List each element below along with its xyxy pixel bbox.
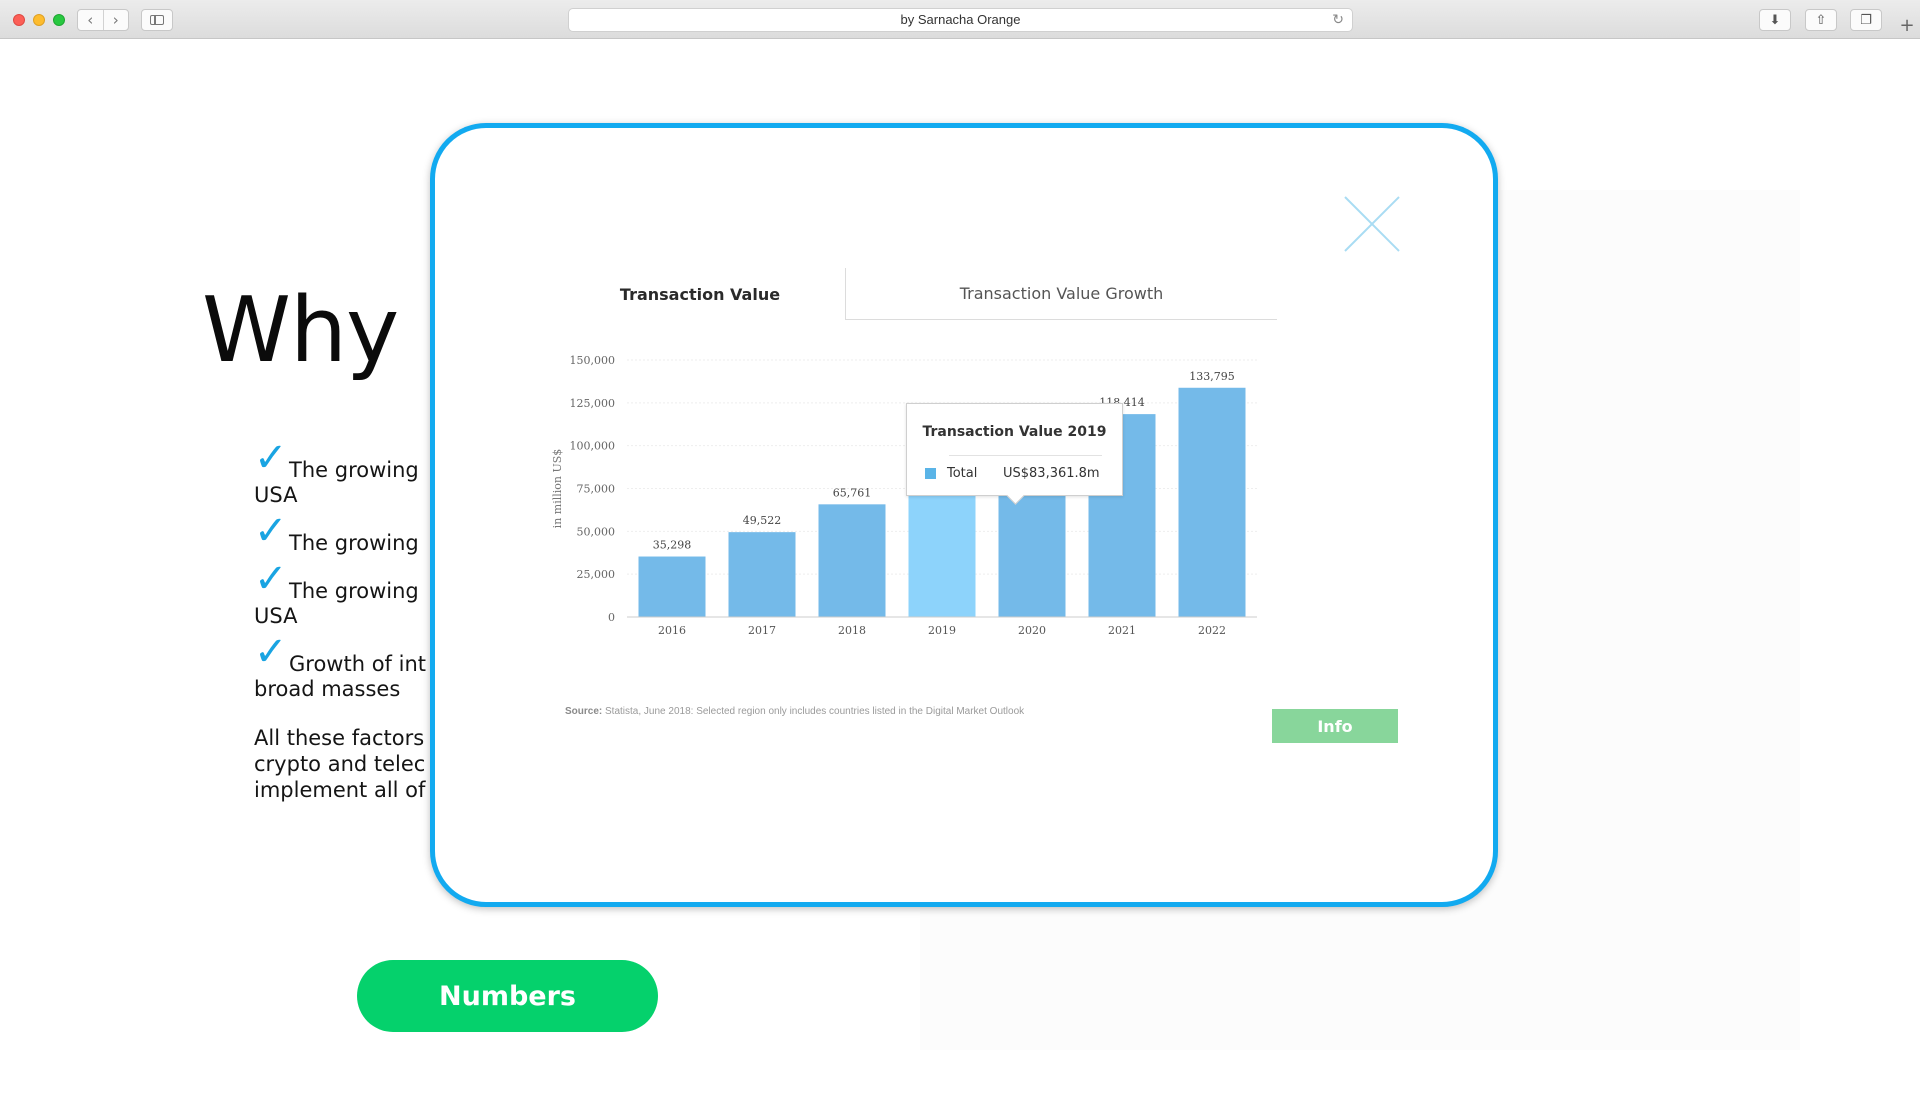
tooltip-series-name: Total — [947, 466, 978, 481]
y-tick-label: 0 — [608, 611, 615, 624]
minimize-window-button[interactable] — [33, 14, 45, 26]
y-tick-label: 25,000 — [577, 568, 616, 581]
sidebar-icon — [150, 15, 164, 25]
browser-toolbar: ‹ › by Sarnacha Orange ↻ ⬇ ⇧ ❐ + — [0, 0, 1920, 39]
share-button[interactable]: ⇧ — [1805, 9, 1837, 31]
tabs-icon: ❐ — [1860, 12, 1872, 28]
data-label: 65,761 — [833, 486, 872, 499]
tab-transaction-value-growth[interactable]: Transaction Value Growth — [845, 268, 1277, 320]
tooltip-value: US$83,361.8m — [1003, 466, 1100, 481]
tab-transaction-value[interactable]: Transaction Value — [555, 268, 845, 320]
x-tick-label: 2021 — [1108, 624, 1136, 637]
data-label: 133,795 — [1189, 370, 1235, 383]
chart-tooltip: Transaction Value 2019 Total US$83,361.8… — [906, 403, 1123, 496]
tab-overview-button[interactable]: ❐ — [1850, 9, 1882, 31]
history-nav: ‹ › — [77, 9, 129, 31]
chart-tabs: Transaction Value Transaction Value Grow… — [555, 268, 1387, 320]
paragraph-line: crypto and telec — [254, 752, 426, 776]
list-item: ✓ The growing — [254, 511, 444, 556]
forward-icon[interactable]: › — [102, 10, 129, 30]
download-icon: ⬇ — [1769, 12, 1781, 28]
x-tick-label: 2018 — [838, 624, 866, 637]
share-icon: ⇧ — [1815, 12, 1827, 28]
tooltip-divider — [949, 455, 1102, 456]
x-tick-label: 2017 — [748, 624, 776, 637]
close-window-button[interactable] — [13, 14, 25, 26]
series-swatch-icon — [925, 468, 936, 479]
y-tick-label: 100,000 — [570, 440, 616, 453]
chart-bar — [818, 504, 886, 617]
x-tick-label: 2019 — [928, 624, 956, 637]
info-button[interactable]: Info — [1272, 709, 1398, 743]
downloads-button[interactable]: ⬇ — [1759, 9, 1791, 31]
new-tab-button[interactable]: + — [1894, 15, 1920, 39]
page-title: Why — [202, 278, 399, 383]
x-tick-label: 2022 — [1198, 624, 1226, 637]
list-item: ✓ Growth of int broad masses — [254, 632, 444, 702]
chart-source: Source: Statista, June 2018: Selected re… — [565, 706, 1024, 717]
y-tick-label: 75,000 — [577, 483, 616, 496]
reload-icon[interactable]: ↻ — [1332, 9, 1344, 31]
sidebar-toggle-button[interactable] — [141, 9, 173, 31]
tooltip-title: Transaction Value 2019 — [922, 424, 1107, 440]
chart-modal: Transaction Value Transaction Value Grow… — [430, 123, 1498, 907]
x-tick-label: 2020 — [1018, 624, 1046, 637]
zoom-window-button[interactable] — [53, 14, 65, 26]
paragraph-line: All these factors — [254, 726, 425, 750]
bullet-list: ✓ The growing USA ✓ The growing ✓ The gr… — [254, 438, 444, 803]
close-icon[interactable] — [1341, 193, 1403, 255]
bar-chart: 0 25,000 50,000 75,000 100,000 125,000 150,000… — [551, 354, 1257, 637]
y-tick-label: 50,000 — [577, 525, 616, 538]
list-item: ✓ The growing USA — [254, 559, 444, 629]
data-label: 35,298 — [653, 539, 692, 552]
y-axis-label: in million US$ — [551, 449, 564, 529]
checkmark-icon: ✓ — [254, 629, 288, 675]
checkmark-icon: ✓ — [254, 556, 288, 602]
address-bar[interactable]: by Sarnacha Orange ↻ — [568, 8, 1353, 32]
y-tick-label: 125,000 — [570, 397, 616, 410]
list-item: ✓ The growing USA — [254, 438, 444, 508]
numbers-button[interactable]: Numbers — [357, 960, 658, 1032]
bullet-text-continued: USA — [254, 483, 298, 507]
chart-bar — [638, 556, 706, 617]
checkmark-icon: ✓ — [254, 508, 288, 554]
address-text: by Sarnacha Orange — [900, 12, 1021, 27]
summary-paragraph: All these factors crypto and telec imple… — [254, 725, 444, 803]
source-label: Source: — [565, 706, 603, 717]
checkmark-icon: ✓ — [254, 435, 288, 481]
bullet-text-continued: USA — [254, 604, 298, 628]
bullet-text-continued: broad masses — [254, 677, 401, 701]
y-tick-label: 150,000 — [570, 354, 616, 367]
chart-bar — [1178, 387, 1246, 617]
source-text: Statista, June 2018: Selected region onl… — [605, 706, 1025, 717]
chart-bar — [728, 532, 796, 617]
data-label: 49,522 — [743, 514, 782, 527]
x-tick-label: 2016 — [658, 624, 686, 637]
back-icon[interactable]: ‹ — [78, 10, 103, 30]
paragraph-line: implement all of — [254, 778, 426, 802]
